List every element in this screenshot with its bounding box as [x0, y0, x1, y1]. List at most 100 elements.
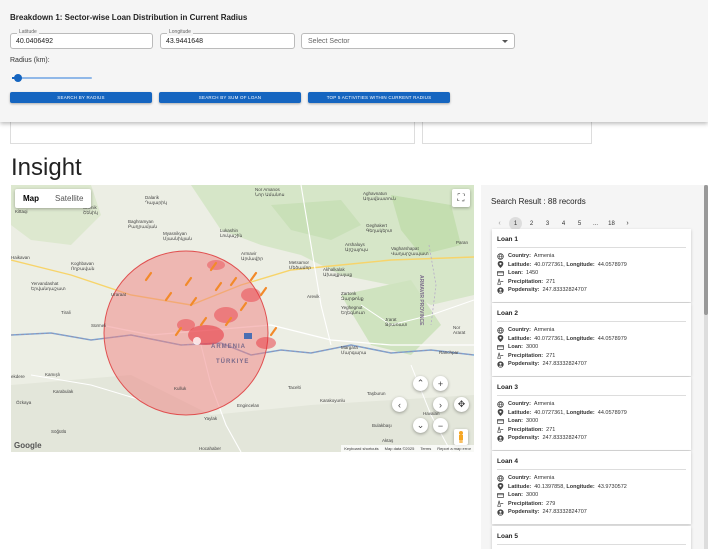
precipitation-label: Precipitation: — [508, 426, 544, 433]
place-karakoyunlu: Karakoyunlu — [320, 398, 346, 403]
pegman-icon[interactable] — [454, 429, 468, 445]
loan-label: Loan: — [508, 344, 523, 350]
fullscreen-icon[interactable]: ⛶ — [452, 189, 470, 207]
results-scrollbar-thumb[interactable] — [704, 185, 708, 315]
loan-title: Loan 4 — [497, 458, 686, 470]
loan-title: Loan 3 — [497, 384, 686, 396]
pan-up-icon[interactable]: ⌃ — [413, 376, 428, 391]
popdensity-value: 247.83332824707 — [542, 509, 587, 515]
person-icon — [497, 287, 504, 294]
latitude-field[interactable]: Latitude 40.0406492 — [10, 29, 153, 49]
place-kamisli: Kamışlı — [45, 372, 61, 377]
place-koghbavan: Koghbavan Ողբավան — [71, 261, 95, 271]
place-nor-ararat: Nor Ararat — [453, 325, 466, 335]
latitude-value: 40.0406492 — [16, 38, 53, 45]
place-geghakert: Geghakert Գեղակերտ — [366, 223, 393, 233]
keyboard-shortcuts-link[interactable]: Keyboard shortcuts — [344, 446, 378, 451]
precipitation-value: 271 — [546, 426, 556, 433]
loan-popdensity-line: Popdensity: 247.83332824707 — [497, 286, 686, 295]
place-arshaluys: Arshaluys Արշալույս — [345, 242, 369, 252]
loan-title: Loan 2 — [497, 310, 686, 322]
loan-coords-line: Latitude: 40.0727361, Longitude: 44.057897… — [497, 409, 686, 418]
loan-card[interactable]: Loan 4 Country: Armenia Latitude: 40.1397858… — [492, 451, 691, 524]
zoom-out-icon[interactable]: − — [433, 418, 448, 433]
precipitation-label: Precipitation: — [508, 352, 544, 359]
loan-title: Loan 5 — [497, 533, 686, 545]
place-sogutlu: Söğütlü — [51, 429, 67, 434]
popdensity-label: Popdensity: — [508, 287, 540, 293]
precipitation-value: 279 — [546, 500, 556, 507]
loan-card[interactable]: Loan 3 Country: Armenia Latitude: 40.0727361… — [492, 377, 691, 450]
recenter-icon[interactable]: ✥ — [454, 397, 469, 412]
chevron-down-icon — [502, 40, 508, 43]
latitude-value: 40.0727361, — [534, 409, 565, 416]
loan-label: Loan: — [508, 418, 523, 424]
map-type-control: Map Satellite — [15, 189, 92, 208]
precipitation-value: 271 — [546, 352, 556, 359]
place-ranchpar: Ranchpar — [439, 350, 459, 355]
radius-slider-thumb[interactable] — [14, 74, 22, 82]
radius-slider-track[interactable] — [12, 77, 92, 79]
credit-card-icon — [497, 418, 504, 425]
map-footer: Keyboard shortcuts Map data ©2025 Terms … — [341, 445, 474, 452]
loan-label: Loan: — [508, 270, 523, 276]
place-tasburun: Taşburun — [367, 391, 386, 396]
report-error-link[interactable]: Report a map error — [437, 446, 471, 451]
longitude-label: Longitude: — [566, 261, 595, 268]
place-margara: Margara Մարգարա — [341, 345, 367, 355]
tab-satellite[interactable]: Satellite — [47, 189, 91, 208]
place-myasnikyan: Myasnikyan Մյասնիկյան — [163, 231, 193, 241]
latitude-label: Latitude: — [508, 335, 532, 342]
loan-card[interactable]: Loan 5 — [492, 526, 691, 549]
pan-right-icon[interactable]: › — [433, 397, 448, 412]
popdensity-value: 247.83332824707 — [542, 435, 587, 441]
search-by-sum-button[interactable]: Search by Sum of Loan — [159, 92, 301, 103]
place-dalarik: Dalarik Դալարիկ — [145, 195, 167, 205]
terms-link[interactable]: Terms — [420, 446, 431, 451]
place-arevik: Arevik — [307, 294, 320, 299]
person-icon — [497, 361, 504, 368]
latitude-label: Latitude — [17, 29, 39, 36]
zoom-in-icon[interactable]: + — [433, 376, 448, 391]
longitude-field[interactable]: Longitude 43.9441648 — [160, 29, 295, 49]
country-label: Country: — [508, 327, 531, 333]
loan-title: Loan 1 — [497, 236, 686, 248]
country-label-armenia: ARMENIA — [211, 344, 246, 350]
top5-activities-button[interactable]: Top 5 Activities within Current Radius — [308, 92, 450, 103]
place-metsamor: Metsamor Մեծամոր — [289, 260, 312, 270]
loan-label: Loan: — [508, 492, 523, 498]
place-zartonk: Zartonk Զարթոնք — [341, 291, 364, 301]
loan-popdensity-line: Popdensity: 247.83332824707 — [497, 360, 686, 369]
loan-popdensity-line: Popdensity: 247.83332824707 — [497, 508, 686, 517]
country-value: Armenia — [533, 327, 555, 333]
sector-placeholder: Select Sector — [308, 38, 350, 45]
loan-country-line: Country: Armenia — [497, 252, 686, 261]
place-armavir: Armavir Արմավիր — [241, 251, 264, 261]
place-yeghegnut: Yeghegnut Եղեգնուտ — [341, 305, 366, 315]
location-pin-icon — [497, 335, 504, 343]
pan-down-icon[interactable]: ⌄ — [413, 418, 428, 433]
longitude-value: 43.9441648 — [166, 38, 203, 45]
latitude-label: Latitude: — [508, 261, 532, 268]
globe-icon — [497, 327, 504, 334]
place-aghavnatun: Aghavnatun Աղավնատուն — [363, 191, 396, 201]
pan-left-icon[interactable]: ‹ — [392, 397, 407, 412]
longitude-label: Longitude — [167, 29, 193, 36]
place-karabulak: Karabulak — [53, 389, 74, 394]
tab-map[interactable]: Map — [15, 189, 47, 208]
loan-country-line: Country: Armenia — [497, 400, 686, 409]
radius-label: Radius (km): — [10, 57, 50, 64]
country-label: Country: — [508, 475, 531, 481]
loan-precip-line: Precipitation: 271 — [497, 352, 686, 361]
place-haikavan: Haikavan — [11, 255, 30, 260]
place-nor-amanos: Nor Amanos Նոր Ամանոս — [255, 187, 285, 197]
location-pin-icon — [497, 409, 504, 417]
credit-card-icon — [497, 270, 504, 277]
search-by-radius-button[interactable]: Search by Radius — [10, 92, 152, 103]
longitude-label: Longitude: — [566, 335, 595, 342]
sector-select[interactable]: Select Sector — [301, 33, 515, 49]
loan-card[interactable]: Loan 2 Country: Armenia Latitude: 40.0727361… — [492, 303, 691, 376]
loan-card[interactable]: Loan 1 Country: Armenia Latitude: 40.0727361… — [492, 229, 691, 302]
map-data-text: Map data ©2025 — [384, 446, 415, 451]
map[interactable]: Nor Amanos Նոր Ամանոս Aghavnatun Աղավնատ… — [11, 185, 474, 452]
